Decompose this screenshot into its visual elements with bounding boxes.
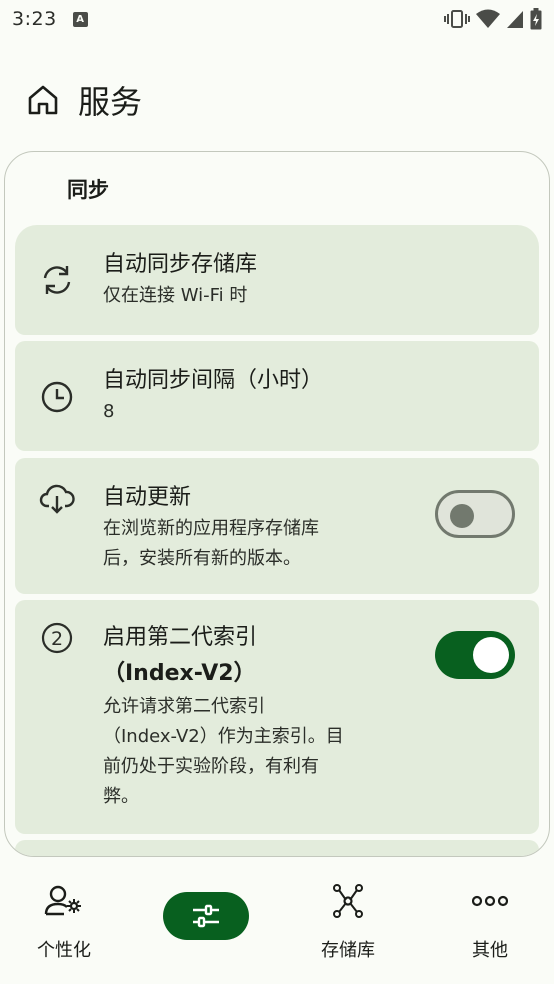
sync-icon xyxy=(43,266,71,294)
number-two-circle-icon: 2 xyxy=(41,622,73,654)
person-settings-icon xyxy=(44,885,81,916)
wifi-icon xyxy=(476,9,500,28)
graph-nodes-icon xyxy=(333,884,363,918)
nav-services[interactable] xyxy=(146,858,266,968)
page-header: 服务 xyxy=(26,78,142,122)
item-label: 自动同步存储库 xyxy=(103,252,258,277)
item-description-line: 在浏览新的应用程序存储库 xyxy=(103,518,319,539)
item-label-line: （Index-V2） xyxy=(103,661,256,686)
nav-label: 存储库 xyxy=(321,940,375,961)
item-label-line: 启用第二代索引 xyxy=(103,625,258,650)
cloud-download-icon xyxy=(39,484,75,514)
item-description-line: 弊。 xyxy=(103,786,139,807)
item-value: 8 xyxy=(103,401,115,422)
cellular-signal-icon xyxy=(507,11,523,28)
section-title: 同步 xyxy=(67,178,109,202)
auto-update-item[interactable]: 自动更新 在浏览新的应用程序存储库 后，安装所有新的版本。 xyxy=(15,458,539,594)
item-label: 自动同步间隔（小时） xyxy=(103,368,324,393)
page-title: 服务 xyxy=(78,83,143,121)
item-description: 仅在连接 Wi-Fi 时 xyxy=(103,285,248,306)
status-icons xyxy=(444,8,542,30)
bottom-navigation: 个性化 存储库 其他 xyxy=(0,858,554,984)
vibrate-icon xyxy=(444,10,470,28)
nav-personalization[interactable]: 个性化 xyxy=(4,858,124,968)
enable-index-v2-item[interactable]: 2 启用第二代索引 （Index-V2） 允许请求第二代索引 （Index-V2… xyxy=(15,600,539,834)
status-time: 3:23 xyxy=(12,8,57,30)
toggle-knob xyxy=(450,504,474,528)
nav-repositories[interactable]: 存储库 xyxy=(288,858,408,968)
toggle-knob xyxy=(473,637,509,673)
clock-icon xyxy=(41,381,73,413)
nav-other[interactable]: 其他 xyxy=(430,858,550,968)
status-bar: 3:23 A xyxy=(0,0,554,38)
nav-label: 其他 xyxy=(472,940,508,961)
nav-selected-indicator xyxy=(163,892,249,940)
item-description-line: （Index-V2）作为主索引。目 xyxy=(103,726,344,747)
item-description-line: 前仍处于实验阶段，有利有 xyxy=(103,756,319,777)
auto-update-toggle[interactable] xyxy=(435,490,515,538)
svg-text:2: 2 xyxy=(51,628,63,650)
nav-label: 个性化 xyxy=(37,940,91,961)
home-icon[interactable] xyxy=(26,83,60,117)
notification-icon: A xyxy=(72,11,88,27)
item-description-line: 后，安装所有新的版本。 xyxy=(103,548,301,569)
index-v2-toggle[interactable] xyxy=(435,631,515,679)
next-item-partial[interactable] xyxy=(15,840,539,856)
sliders-icon xyxy=(193,904,219,928)
sync-settings-card: 同步 自动同步存储库 仅在连接 Wi-Fi 时 自动同步间隔（小时） 8 自动更… xyxy=(4,151,550,857)
item-label: 自动更新 xyxy=(103,485,192,510)
auto-sync-interval-item[interactable]: 自动同步间隔（小时） 8 xyxy=(15,341,539,451)
item-description-line: 允许请求第二代索引 xyxy=(103,696,265,717)
more-dots-icon xyxy=(472,895,508,907)
auto-sync-repos-item[interactable]: 自动同步存储库 仅在连接 Wi-Fi 时 xyxy=(15,225,539,335)
battery-icon xyxy=(530,8,542,30)
